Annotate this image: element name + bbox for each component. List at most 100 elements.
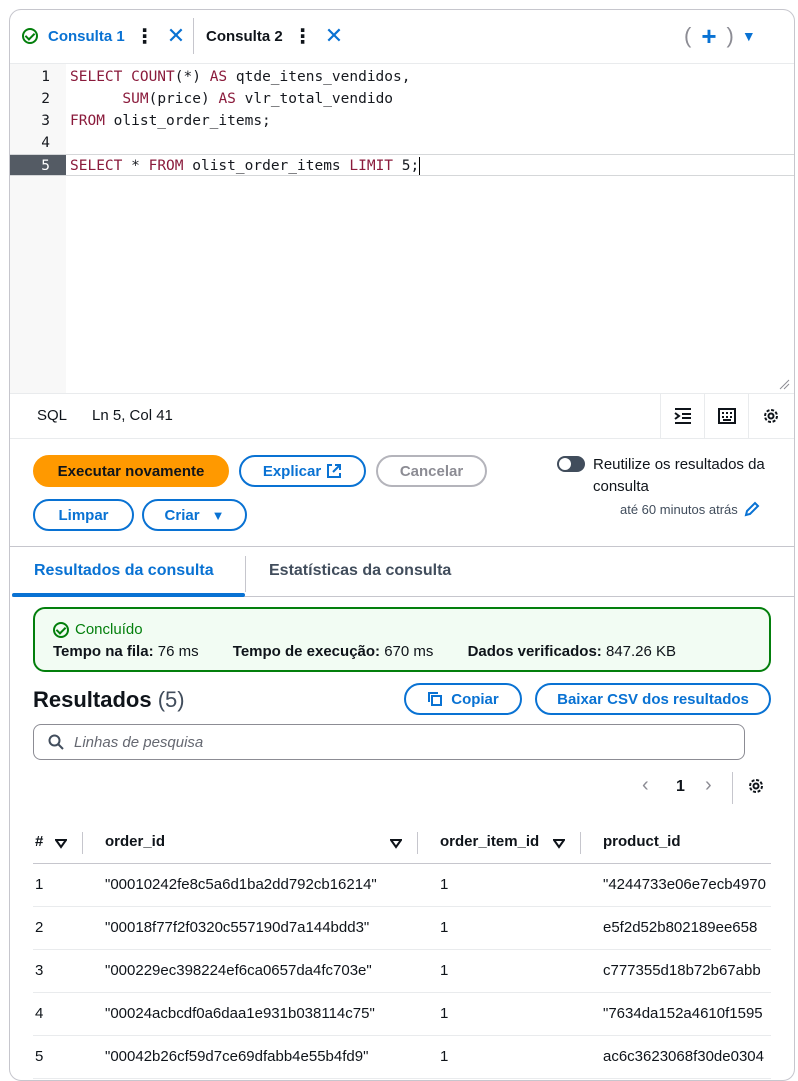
current-page[interactable]: 1 bbox=[676, 778, 685, 796]
results-table-header: # order_id order_item_id product_id bbox=[33, 823, 771, 864]
tab-consulta-2[interactable]: Consulta 2 ⋮ ✕ bbox=[206, 20, 343, 52]
copy-button[interactable]: Copiar bbox=[404, 683, 522, 715]
table-cell: "00024acbcdf0a6daa1e931b038114c75" bbox=[105, 1005, 375, 1022]
query-stats: Tempo na fila: 76 ms Tempo de execução: … bbox=[53, 643, 676, 660]
tab-divider bbox=[245, 556, 246, 592]
column-header-order-item-id[interactable]: order_item_id bbox=[440, 833, 539, 850]
sort-icon[interactable] bbox=[552, 836, 566, 853]
paren-close: ) bbox=[726, 23, 734, 48]
table-row[interactable]: 2 "00018f77f2f0320c557190d7a144bdd3" 1 e5f2… bbox=[33, 907, 771, 950]
column-header-product-id[interactable]: product_id bbox=[603, 833, 681, 850]
tab-query-results[interactable]: Resultados da consulta bbox=[34, 562, 214, 580]
editor-line[interactable]: 2 SUM(price) AS vlr_total_vendido bbox=[10, 88, 794, 110]
table-settings-gear-icon[interactable] bbox=[747, 777, 765, 795]
line-number: 5 bbox=[10, 155, 66, 175]
editor-line[interactable]: 1 SELECT COUNT(*) AS qtde_itens_vendidos, bbox=[10, 66, 794, 88]
table-cell: 1 bbox=[440, 1005, 449, 1022]
data-scanned-value: 847.26 KB bbox=[605, 643, 677, 660]
search-input[interactable]: Linhas de pesquisa bbox=[33, 724, 745, 760]
close-icon[interactable]: ✕ bbox=[325, 23, 343, 49]
reuse-results-label: Reutilize os resultados da consulta bbox=[593, 456, 765, 495]
section-divider bbox=[10, 546, 794, 547]
status-text: Concluído bbox=[75, 621, 143, 638]
run-again-button[interactable]: Executar novamente bbox=[33, 455, 229, 487]
table-row[interactable]: 4 "00024acbcdf0a6daa1e931b038114c75" 1 "763… bbox=[33, 993, 771, 1036]
line-number: 3 bbox=[41, 113, 50, 129]
table-cell: 1 bbox=[440, 919, 449, 936]
tab-query-stats[interactable]: Estatísticas da consulta bbox=[269, 562, 451, 580]
table-cell: 1 bbox=[35, 876, 44, 893]
exec-time-value: 670 ms bbox=[384, 643, 434, 660]
prev-page-icon: ‹ bbox=[642, 774, 649, 796]
results-heading: Resultados (5) bbox=[33, 687, 185, 713]
create-button[interactable]: Criar ▼ bbox=[142, 499, 247, 531]
pager-divider bbox=[732, 772, 733, 804]
results-table-body: 1 "00010242fe8c5a6d1ba2dd792cb16214" 1 "424… bbox=[33, 864, 771, 1079]
query-tabs-bar: Consulta 1 ⋮ ✕ Consulta 2 ⋮ ✕ ( + ) ▼ bbox=[10, 10, 794, 63]
line-number: 1 bbox=[41, 69, 50, 85]
table-row[interactable]: 1 "00010242fe8c5a6d1ba2dd792cb16214" 1 "424… bbox=[33, 864, 771, 907]
add-tab-icon[interactable]: + bbox=[701, 21, 716, 52]
gear-icon bbox=[764, 409, 778, 423]
close-icon[interactable]: ✕ bbox=[167, 23, 185, 49]
search-icon bbox=[48, 734, 64, 750]
edit-pencil-icon[interactable] bbox=[744, 501, 760, 517]
next-page-icon: › bbox=[705, 774, 712, 796]
add-tab-control: ( + ) ▼ bbox=[684, 21, 756, 52]
download-csv-button[interactable]: Baixar CSV dos resultados bbox=[535, 683, 771, 715]
reuse-since-info: até 60 minutos atrás bbox=[620, 501, 760, 517]
tab-menu-caret-icon[interactable]: ▼ bbox=[742, 28, 756, 44]
tab-divider bbox=[193, 18, 194, 54]
queue-time-value: 76 ms bbox=[157, 643, 199, 660]
indent-icon bbox=[674, 408, 691, 424]
keyboard-shortcuts-button[interactable] bbox=[704, 394, 749, 438]
external-link-icon bbox=[327, 464, 342, 478]
format-query-button[interactable] bbox=[660, 394, 705, 438]
reuse-since-text: até 60 minutos atrás bbox=[620, 501, 738, 517]
copy-label: Copiar bbox=[451, 690, 499, 708]
data-scanned-label: Dados verificados: bbox=[467, 643, 602, 660]
explain-button[interactable]: Explicar bbox=[239, 455, 366, 487]
column-header-index[interactable]: # bbox=[35, 833, 43, 850]
table-cell: 4 bbox=[35, 1005, 44, 1022]
sort-icon[interactable] bbox=[54, 836, 68, 853]
status-indicator: Concluído bbox=[53, 621, 143, 638]
table-cell: ac6c3623068f30de0304 bbox=[603, 1048, 764, 1065]
table-cell: c777355d18b72b67abb bbox=[603, 962, 761, 979]
editor-line[interactable]: 4 bbox=[10, 132, 794, 154]
column-divider bbox=[82, 832, 83, 854]
cancel-button: Cancelar bbox=[376, 455, 487, 487]
copy-icon bbox=[428, 692, 443, 706]
create-label: Criar bbox=[164, 506, 200, 524]
table-cell: 1 bbox=[440, 1048, 449, 1065]
more-options-icon[interactable]: ⋮ bbox=[293, 24, 313, 49]
resize-handle-icon[interactable] bbox=[778, 378, 790, 390]
table-row[interactable]: 5 "00042b26cf59d7ce69dfabb4e55b4fd9" 1 ac6c… bbox=[33, 1036, 771, 1079]
table-cell: "4244733e06e7ecb4970 bbox=[603, 876, 766, 893]
table-row[interactable]: 3 "000229ec398224ef6ca0657da4fc703e" 1 c777… bbox=[33, 950, 771, 993]
reuse-results-toggle[interactable] bbox=[557, 456, 585, 472]
explain-label: Explicar bbox=[262, 462, 322, 480]
editor-line[interactable]: 5 SELECT * FROM olist_order_items LIMIT 5… bbox=[10, 154, 794, 176]
sql-editor[interactable]: 1 SELECT COUNT(*) AS qtde_itens_vendidos,… bbox=[10, 63, 794, 394]
column-divider bbox=[580, 832, 581, 854]
editor-settings-button[interactable] bbox=[748, 394, 793, 438]
column-header-order-id[interactable]: order_id bbox=[105, 833, 165, 850]
code-text: SELECT * FROM olist_order_items LIMIT 5; bbox=[70, 157, 421, 175]
cursor-position: Ln 5, Col 41 bbox=[92, 407, 173, 424]
table-cell: 2 bbox=[35, 919, 44, 936]
clear-button[interactable]: Limpar bbox=[33, 499, 134, 531]
table-cell: "00018f77f2f0320c557190d7a144bdd3" bbox=[105, 919, 370, 936]
editor-status-bar: SQL Ln 5, Col 41 bbox=[10, 393, 794, 439]
table-cell: 3 bbox=[35, 962, 44, 979]
results-title: Resultados bbox=[33, 687, 152, 712]
line-number: 2 bbox=[41, 91, 50, 107]
editor-line[interactable]: 3 FROM olist_order_items; bbox=[10, 110, 794, 132]
table-cell: 1 bbox=[440, 962, 449, 979]
code-text: SUM(price) AS vlr_total_vendido bbox=[122, 91, 394, 107]
tab-consulta-1[interactable]: Consulta 1 ⋮ ✕ bbox=[22, 20, 185, 52]
more-options-icon[interactable]: ⋮ bbox=[135, 24, 155, 49]
text-cursor bbox=[419, 157, 421, 175]
code-text: FROM olist_order_items; bbox=[70, 113, 271, 129]
sort-icon[interactable] bbox=[389, 836, 403, 853]
